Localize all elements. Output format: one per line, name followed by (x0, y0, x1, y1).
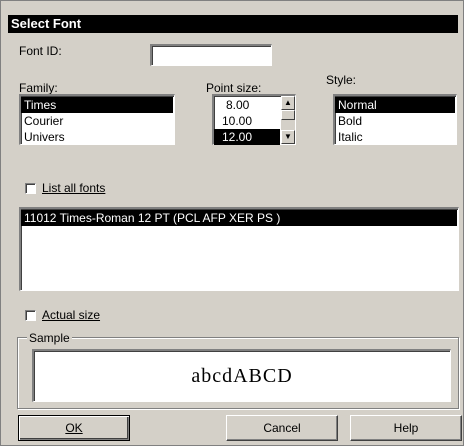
point-size-item-10[interactable]: 10.00 (214, 113, 280, 129)
select-font-dialog: Select Font Font ID: Family: Times Couri… (0, 0, 464, 446)
point-size-item-8[interactable]: 8.00 (214, 97, 280, 113)
ok-button[interactable]: OK (18, 415, 130, 441)
family-item-times[interactable]: Times (21, 97, 173, 113)
list-all-fonts-label[interactable]: List all fonts (42, 181, 105, 195)
style-item-bold[interactable]: Bold (335, 113, 455, 129)
scroll-thumb[interactable] (281, 110, 295, 120)
help-button[interactable]: Help (350, 415, 462, 441)
style-list[interactable]: Normal Bold Italic (333, 94, 457, 145)
actual-size-label[interactable]: Actual size (42, 308, 100, 322)
sample-text: abcdABCD (191, 365, 293, 387)
font-id-input[interactable] (150, 44, 272, 66)
font-id-label: Font ID: (19, 44, 62, 58)
family-item-univers[interactable]: Univers (21, 129, 173, 145)
dialog-title: Select Font (8, 15, 458, 33)
sample-preview: abcdABCD (32, 349, 451, 402)
family-list[interactable]: Times Courier Univers (19, 94, 175, 145)
cancel-button[interactable]: Cancel (226, 415, 338, 441)
actual-size-checkbox[interactable] (25, 310, 36, 321)
scroll-up-arrow-icon[interactable]: ▲ (281, 96, 295, 110)
style-label: Style: (326, 73, 357, 87)
fonts-list[interactable]: 11012 Times-Roman 12 PT (PCL AFP XER PS … (19, 207, 459, 291)
style-item-normal[interactable]: Normal (335, 97, 455, 113)
point-size-label: Point size: (206, 81, 262, 95)
fonts-list-item[interactable]: 11012 Times-Roman 12 PT (PCL AFP XER PS … (21, 210, 457, 226)
family-label: Family: (19, 81, 58, 95)
family-item-courier[interactable]: Courier (21, 113, 173, 129)
point-size-item-12[interactable]: 12.00 (214, 129, 280, 145)
point-size-list[interactable]: 8.00 10.00 12.00 ▲ ▼ (212, 94, 296, 145)
list-all-fonts-checkbox[interactable] (25, 183, 36, 194)
sample-label: Sample (27, 331, 72, 345)
style-item-italic[interactable]: Italic (335, 129, 455, 145)
point-size-scrollbar[interactable]: ▲ ▼ (281, 96, 295, 144)
scroll-down-arrow-icon[interactable]: ▼ (281, 130, 295, 144)
